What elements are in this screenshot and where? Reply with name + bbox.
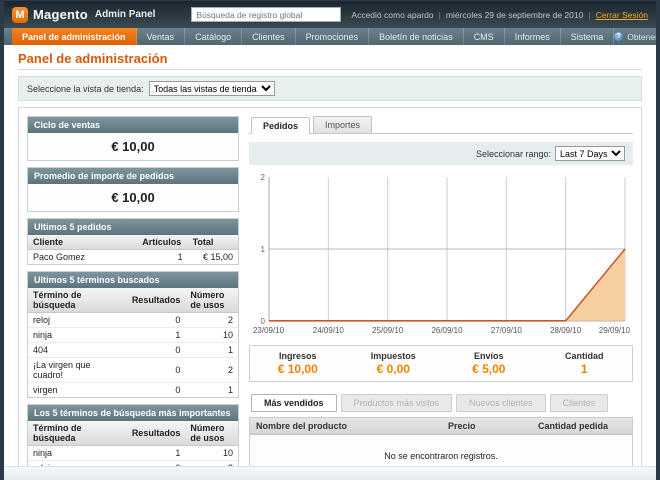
top-search-terms-box: Los 5 términos de búsqueda más important…	[27, 404, 239, 466]
dashboard-left-column: Ciclo de ventas € 10,00 Promedio de impo…	[27, 116, 239, 466]
brand-subtitle: Admin Panel	[95, 9, 156, 20]
stat-ingresos: Ingresos € 10,00	[250, 351, 346, 376]
stat-envios: Envíos € 5,00	[441, 351, 537, 376]
table-row[interactable]: reloj 0 2	[28, 313, 238, 328]
nav-item-sistema[interactable]: Sistema	[561, 28, 615, 45]
header-bar: M Magento Admin Panel Accedió como apard…	[4, 1, 656, 28]
col-header: Cantidad pedida	[532, 418, 632, 435]
nav-item-clientes[interactable]: Clientes	[242, 28, 296, 45]
last-search-terms-table: Término de búsqueda Resultados Número de…	[28, 288, 238, 397]
range-label: Seleccionar rango:	[476, 149, 551, 159]
col-header: Artículos	[137, 235, 187, 250]
average-orders-title: Promedio de importe de pedidos	[28, 168, 238, 184]
nav-item-catalogo[interactable]: Catálogo	[185, 28, 242, 45]
tab-mas-vendidos[interactable]: Más vendidos	[251, 394, 337, 412]
nav-item-informes[interactable]: Informes	[505, 28, 561, 45]
svg-text:23/09/10: 23/09/10	[253, 326, 285, 335]
magento-logo-icon: M	[12, 7, 28, 23]
last-orders-box: Ultimos 5 pedidos Cliente Artículos Tota…	[27, 218, 239, 265]
col-header: Total	[188, 235, 238, 250]
range-select[interactable]: Last 7 Days	[555, 146, 625, 161]
col-header: Nombre del producto	[250, 418, 442, 435]
col-header: Término de búsqueda	[28, 288, 127, 313]
tab-importes[interactable]: Importes	[313, 116, 372, 133]
svg-text:24/09/10: 24/09/10	[313, 326, 345, 335]
svg-text:26/09/10: 26/09/10	[431, 326, 463, 335]
store-view-label: Seleccione la vista de tienda:	[27, 84, 144, 94]
last-search-terms-title: Ultimos 5 términos buscados	[28, 272, 238, 288]
nav-item-boletin[interactable]: Boletín de noticias	[369, 28, 464, 45]
tab-nuevos-clientes[interactable]: Nuevos clientes	[456, 394, 546, 412]
table-row[interactable]: ninja 1 10	[28, 446, 238, 461]
table-row[interactable]: ninja 1 10	[28, 328, 238, 343]
svg-text:27/09/10: 27/09/10	[491, 326, 523, 335]
dashboard-right-column: Pedidos Importes Seleccionar rango: Last…	[249, 116, 633, 466]
tab-productos-mas-vistos[interactable]: Productos más vistos	[341, 394, 453, 412]
orders-chart-wrap: 0 1 2 23/09/10 24/09/10 25/09/10 26/09/10 27/09…	[249, 165, 633, 337]
logout-link[interactable]: Cerrar Sesión	[596, 10, 648, 20]
average-orders-box: Promedio de importe de pedidos € 10,00	[27, 167, 239, 212]
last-orders-table: Cliente Artículos Total Paco Gomez 1 € 1…	[28, 235, 238, 264]
col-header: Número de usos	[185, 288, 238, 313]
totals-bar: Ingresos € 10,00 Impuestos € 0,00 Envíos…	[249, 345, 633, 382]
store-view-bar: Seleccione la vista de tienda: Todas las…	[18, 76, 642, 101]
tab-clientes[interactable]: Clientes	[550, 394, 609, 412]
svg-text:29/09/10: 29/09/10	[599, 326, 631, 335]
nav-item-ventas[interactable]: Ventas	[137, 28, 186, 45]
last-orders-title: Ultimos 5 pedidos	[28, 219, 238, 235]
col-header: Número de usos	[185, 421, 238, 446]
lifetime-sales-value: € 10,00	[28, 133, 238, 160]
nav-item-promociones[interactable]: Promociones	[296, 28, 370, 45]
bottom-tabs: Más vendidos Productos más vistos Nuevos…	[249, 394, 633, 412]
svg-text:25/09/10: 25/09/10	[372, 326, 404, 335]
svg-text:2: 2	[261, 173, 266, 182]
last-search-terms-box: Ultimos 5 términos buscados Término de b…	[27, 271, 239, 398]
col-header: Término de búsqueda	[28, 421, 127, 446]
table-row[interactable]: virgen 0 1	[28, 383, 238, 398]
current-date: miércoles 29 de septiembre de 2010	[446, 10, 584, 20]
table-row[interactable]: 404 0 1	[28, 343, 238, 358]
svg-text:0: 0	[261, 317, 266, 326]
help-icon: ?	[614, 32, 623, 41]
svg-text:28/09/10: 28/09/10	[550, 326, 582, 335]
col-header: Precio	[442, 418, 532, 435]
help-link[interactable]: ? Obtener ayuda para esta página	[614, 28, 660, 45]
global-search-input[interactable]	[191, 7, 341, 22]
brand-name: Magento	[33, 7, 88, 22]
lifetime-sales-box: Ciclo de ventas € 10,00	[27, 116, 239, 161]
store-view-select[interactable]: Todas las vistas de tienda	[149, 81, 275, 96]
col-header: Resultados	[127, 421, 186, 446]
brand: M Magento Admin Panel	[12, 7, 155, 23]
session-info: Accedió como apardo | miércoles 29 de se…	[351, 10, 648, 20]
bestsellers-grid: Nombre del producto Precio Cantidad pedi…	[249, 417, 633, 466]
page-title: Panel de administración	[18, 51, 642, 70]
content-area: Panel de administración Seleccione la vi…	[4, 45, 656, 466]
table-row[interactable]: ¡La virgen que cuadro! 0 2	[28, 358, 238, 383]
dashboard-panel: Ciclo de ventas € 10,00 Promedio de impo…	[18, 107, 642, 466]
empty-records-message: No se encontraron registros.	[250, 435, 632, 467]
col-header: Cliente	[28, 235, 137, 250]
nav-item-dashboard[interactable]: Panel de administración	[12, 28, 137, 45]
tab-pedidos[interactable]: Pedidos	[251, 117, 310, 134]
nav-item-cms[interactable]: CMS	[464, 28, 505, 45]
footer-strip	[4, 466, 656, 480]
stat-cantidad: Cantidad 1	[537, 351, 633, 376]
orders-chart: 0 1 2 23/09/10 24/09/10 25/09/10 26/09/10 27/09…	[251, 169, 631, 337]
range-bar: Seleccionar rango: Last 7 Days	[249, 142, 633, 165]
top-search-terms-table: Término de búsqueda Resultados Número de…	[28, 421, 238, 466]
svg-text:1: 1	[261, 245, 266, 254]
stat-impuestos: Impuestos € 0,00	[346, 351, 442, 376]
chart-tabs: Pedidos Importes	[249, 116, 633, 134]
magento-admin-window: M Magento Admin Panel Accedió como apard…	[0, 0, 660, 480]
average-orders-value: € 10,00	[28, 184, 238, 211]
table-row[interactable]: Paco Gomez 1 € 15,00	[28, 250, 238, 265]
lifetime-sales-title: Ciclo de ventas	[28, 117, 238, 133]
col-header: Resultados	[127, 288, 186, 313]
logged-in-as: Accedió como apardo	[351, 10, 433, 20]
top-search-terms-title: Los 5 términos de búsqueda más important…	[28, 405, 238, 421]
main-nav: Panel de administración Ventas Catálogo …	[4, 28, 656, 45]
